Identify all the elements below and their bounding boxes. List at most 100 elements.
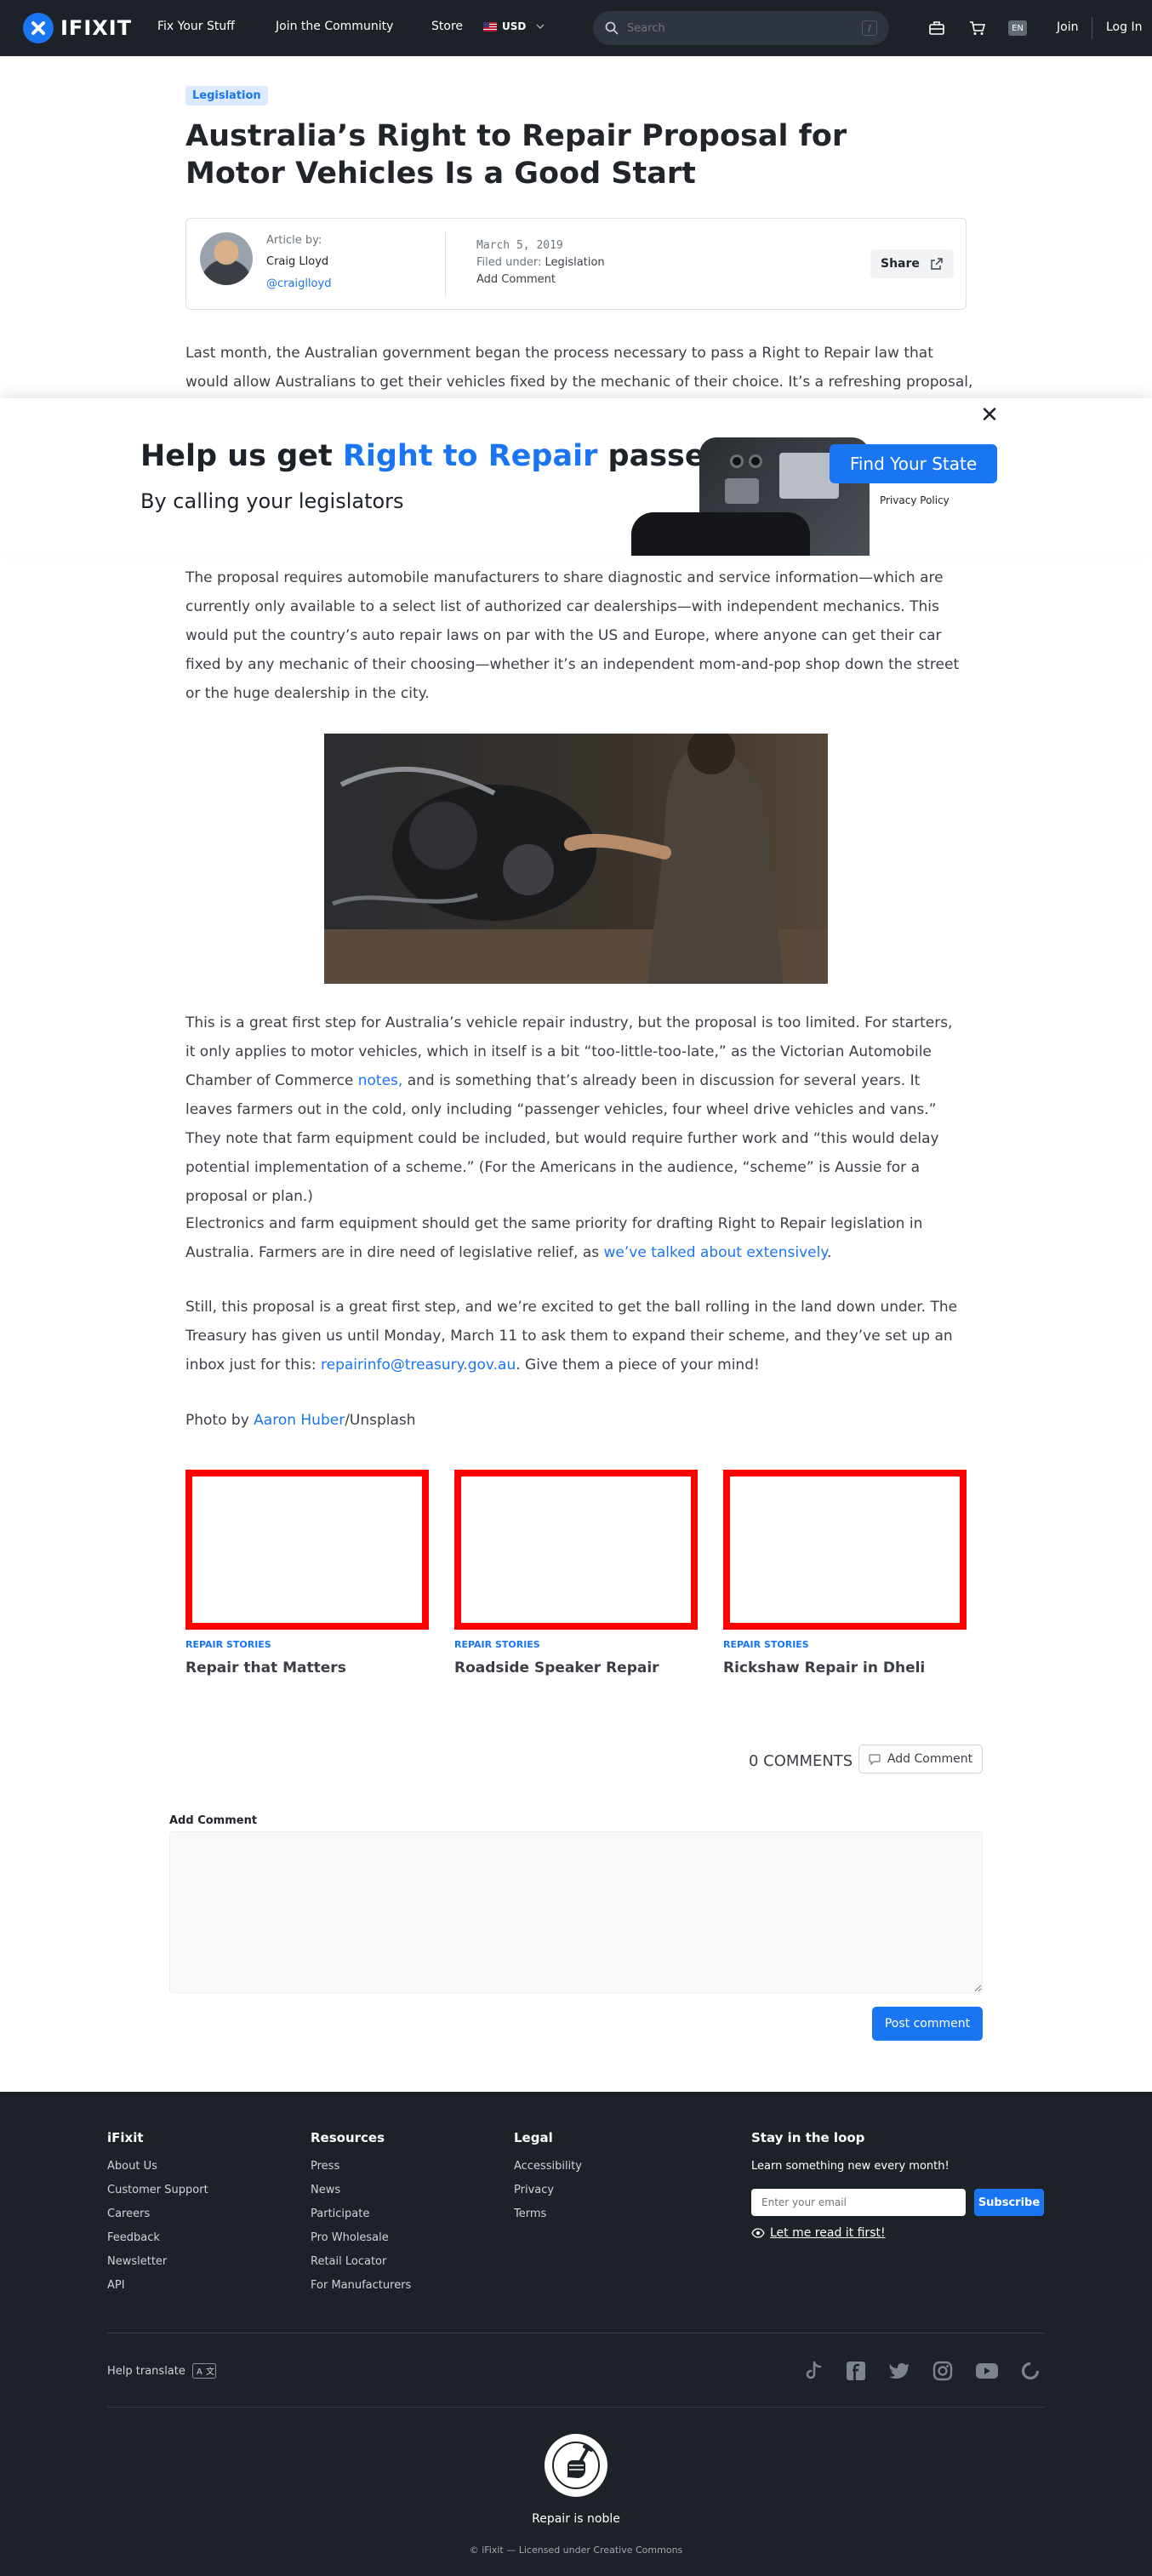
- instagram-icon[interactable]: [931, 2359, 955, 2383]
- youtube-icon[interactable]: [975, 2359, 999, 2383]
- svg-text:文: 文: [206, 2366, 214, 2377]
- comments-count: 0 COMMENTS: [749, 1752, 853, 1770]
- category-badge[interactable]: Legislation: [185, 86, 268, 106]
- filed-under-link[interactable]: Legislation: [545, 256, 605, 269]
- logic-board-chip: [725, 478, 759, 504]
- read-newsletter-label: Let me read it first!: [770, 2226, 886, 2240]
- author-meta-card: Article by: Craig Lloyd @craiglloyd Marc…: [185, 218, 967, 310]
- chevron-down-icon: [536, 24, 545, 29]
- footer-link[interactable]: For Manufacturers: [311, 2279, 411, 2292]
- footer-link[interactable]: Press: [311, 2160, 339, 2173]
- author-avatar[interactable]: [200, 232, 253, 285]
- add-comment-button[interactable]: Add Comment: [858, 1745, 983, 1773]
- related-story-image[interactable]: [454, 1470, 698, 1630]
- notes-link[interactable]: notes,: [358, 1072, 403, 1089]
- search-input[interactable]: [627, 21, 862, 35]
- newsletter-email-input[interactable]: [751, 2189, 966, 2216]
- talked-about-extensively-link[interactable]: we’ve talked about extensively: [604, 1244, 827, 1261]
- ifixit-logo[interactable]: IFIXIT: [23, 13, 132, 43]
- footer-link[interactable]: Feedback: [107, 2231, 160, 2244]
- footer-link[interactable]: Privacy: [514, 2184, 554, 2196]
- related-story-tag[interactable]: REPAIR STORIES: [454, 1639, 540, 1650]
- eye-icon: [751, 2228, 765, 2238]
- logo-text: IFIXIT: [60, 16, 133, 40]
- article-title: Australia’s Right to Repair Proposal for…: [185, 119, 847, 191]
- footer-link[interactable]: Accessibility: [514, 2160, 582, 2173]
- footer-link[interactable]: Pro Wholesale: [311, 2231, 389, 2244]
- join-link[interactable]: Join: [1057, 20, 1078, 34]
- nav-fix-your-stuff[interactable]: Fix Your Stuff: [157, 20, 235, 33]
- comment-bubble-icon: [869, 1753, 881, 1765]
- footer-link[interactable]: Participate: [311, 2208, 369, 2220]
- search-shortcut-key: /: [862, 20, 877, 36]
- footer-divider: [107, 2407, 1044, 2408]
- currency-label: USD: [502, 20, 527, 32]
- post-comment-button[interactable]: Post comment: [872, 2007, 983, 2041]
- phone-front: [631, 512, 810, 556]
- twitter-icon[interactable]: [887, 2359, 911, 2383]
- close-icon[interactable]: ✕: [979, 404, 1000, 426]
- related-story-title[interactable]: Rickshaw Repair in Dheli: [723, 1659, 925, 1676]
- filed-under-label: Filed under:: [476, 256, 542, 269]
- footer-link[interactable]: Terms: [514, 2208, 546, 2220]
- article-paragraph-3: Electronics and farm equipment should ge…: [185, 1209, 967, 1267]
- footer-link[interactable]: API: [107, 2279, 125, 2292]
- related-story-tag[interactable]: REPAIR STORIES: [185, 1639, 271, 1650]
- footer-heading-legal: Legal: [514, 2130, 553, 2145]
- photo-credit-prefix: Photo by: [185, 1412, 254, 1429]
- related-story-title[interactable]: Roadside Speaker Repair: [454, 1659, 659, 1676]
- us-flag-icon: [483, 21, 497, 31]
- toolbox-icon[interactable]: [927, 19, 946, 37]
- nav-join-community[interactable]: Join the Community: [276, 20, 393, 33]
- share-label: Share: [881, 257, 920, 271]
- cart-icon[interactable]: [968, 19, 987, 37]
- add-comment-link[interactable]: Add Comment: [476, 273, 556, 286]
- related-story-tag[interactable]: REPAIR STORIES: [723, 1639, 809, 1650]
- related-story-image[interactable]: [723, 1470, 967, 1630]
- search-bar[interactable]: /: [593, 11, 889, 45]
- footer-heading-resources: Resources: [311, 2130, 385, 2145]
- footer-link[interactable]: Careers: [107, 2208, 150, 2220]
- footer-link[interactable]: Newsletter: [107, 2255, 167, 2268]
- login-link[interactable]: Log In: [1106, 20, 1142, 34]
- footer-link[interactable]: Retail Locator: [311, 2255, 386, 2268]
- p4-text-b: . Give them a piece of your mind!: [516, 1357, 760, 1374]
- article-paragraph-2: This is a great first step for Australia…: [185, 1008, 967, 1211]
- article-paragraph-1: The proposal requires automobile manufac…: [185, 569, 960, 702]
- author-name[interactable]: Craig Lloyd: [266, 255, 328, 268]
- facebook-icon[interactable]: [844, 2359, 868, 2383]
- banner-title-part-a: Help us get: [140, 439, 343, 473]
- help-translate-link[interactable]: Help translate A文: [107, 2363, 216, 2379]
- footer-link[interactable]: News: [311, 2184, 340, 2196]
- photographer-link[interactable]: Aaron Huber: [254, 1412, 345, 1429]
- tiktok-icon[interactable]: [801, 2359, 825, 2383]
- footer-link[interactable]: Customer Support: [107, 2184, 208, 2196]
- treasury-email-link[interactable]: repairinfo@treasury.gov.au: [321, 1357, 516, 1374]
- footer-copyright: © iFixit — Licensed under Creative Commo…: [469, 2545, 683, 2556]
- related-story-title[interactable]: Repair that Matters: [185, 1659, 346, 1676]
- camera-lens: [749, 454, 762, 468]
- privacy-policy-link[interactable]: Privacy Policy: [880, 494, 950, 506]
- meta-divider: [445, 232, 446, 297]
- read-newsletter-link[interactable]: Let me read it first!: [751, 2226, 886, 2240]
- share-button[interactable]: Share: [870, 249, 954, 278]
- subscribe-button[interactable]: Subscribe: [974, 2189, 1044, 2216]
- comment-textarea[interactable]: [169, 1831, 983, 1993]
- related-story-image[interactable]: [185, 1470, 429, 1630]
- ifixit-logo-icon: [23, 13, 54, 43]
- publish-date: March 5, 2019: [476, 239, 563, 252]
- help-translate-label: Help translate: [107, 2364, 185, 2378]
- intro-line-1: Last month, the Australian government be…: [185, 345, 933, 362]
- translate-icon: A文: [191, 2363, 216, 2379]
- banner-subtitle: By calling your legislators: [140, 489, 404, 513]
- filed-under-row: Filed under: Legislation: [476, 256, 605, 269]
- currency-selector[interactable]: USD: [483, 20, 545, 32]
- community-icon[interactable]: [1018, 2359, 1042, 2383]
- search-icon: [605, 21, 619, 35]
- language-selector[interactable]: EN: [1008, 20, 1027, 36]
- footer-link[interactable]: About Us: [107, 2160, 157, 2173]
- author-handle-link[interactable]: @craiglloyd: [266, 277, 331, 290]
- nav-store[interactable]: Store: [431, 20, 463, 33]
- svg-text:A: A: [197, 2368, 202, 2377]
- find-your-state-button[interactable]: Find Your State: [830, 444, 997, 483]
